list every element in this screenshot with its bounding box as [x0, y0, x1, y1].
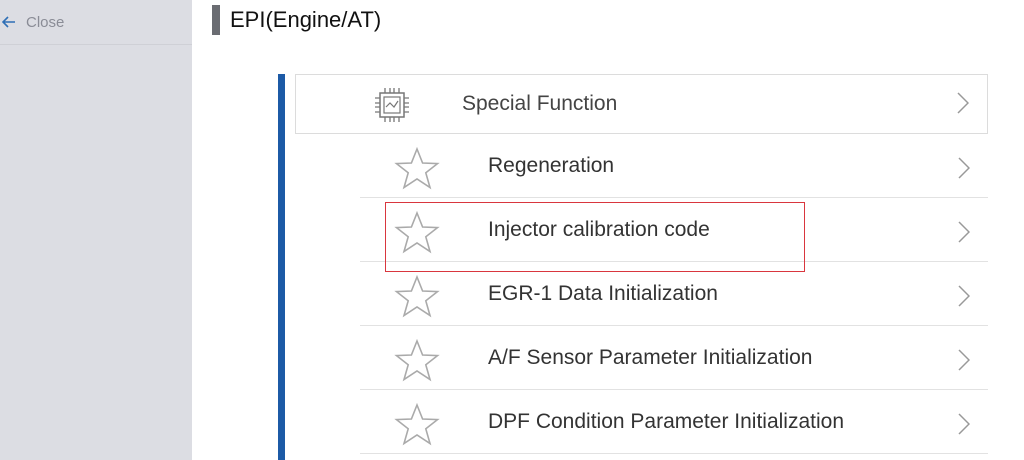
special-function-label: Special Function [462, 92, 618, 115]
star-icon[interactable] [394, 338, 440, 383]
star-icon[interactable] [394, 402, 440, 447]
function-item-egr1-init[interactable]: EGR-1 Data Initialization [360, 263, 988, 326]
arrow-left-icon [2, 16, 16, 28]
function-item-regeneration[interactable]: Regeneration [360, 135, 988, 198]
star-icon[interactable] [394, 146, 440, 191]
chip-icon [372, 85, 412, 125]
chevron-right-icon [958, 413, 971, 435]
highlight-box [385, 202, 805, 272]
chevron-right-icon [958, 285, 971, 307]
function-label: Regeneration [488, 154, 615, 177]
function-item-af-sensor-init[interactable]: A/F Sensor Parameter Initialization [360, 327, 988, 390]
chevron-right-icon [958, 221, 971, 243]
function-label: A/F Sensor Parameter Initialization [488, 346, 813, 369]
title-accent [212, 5, 220, 35]
function-label: EGR-1 Data Initialization [488, 282, 718, 305]
star-icon[interactable] [394, 274, 440, 319]
function-item-dpf-condition-init[interactable]: DPF Condition Parameter Initialization [360, 391, 988, 454]
main-panel: EPI(Engine/AT) Special Function Regenera… [192, 0, 1024, 460]
chevron-right-icon [957, 92, 970, 114]
chevron-right-icon [958, 157, 971, 179]
page-header: EPI(Engine/AT) [212, 0, 381, 40]
function-label: DPF Condition Parameter Initialization [488, 410, 844, 433]
special-function-row[interactable]: Special Function [295, 74, 988, 134]
content-accent-bar [278, 74, 285, 460]
page-title: EPI(Engine/AT) [230, 7, 382, 32]
close-button[interactable]: Close [0, 0, 192, 45]
chevron-right-icon [958, 349, 971, 371]
close-label: Close [26, 13, 65, 31]
sidebar: Close [0, 0, 192, 460]
